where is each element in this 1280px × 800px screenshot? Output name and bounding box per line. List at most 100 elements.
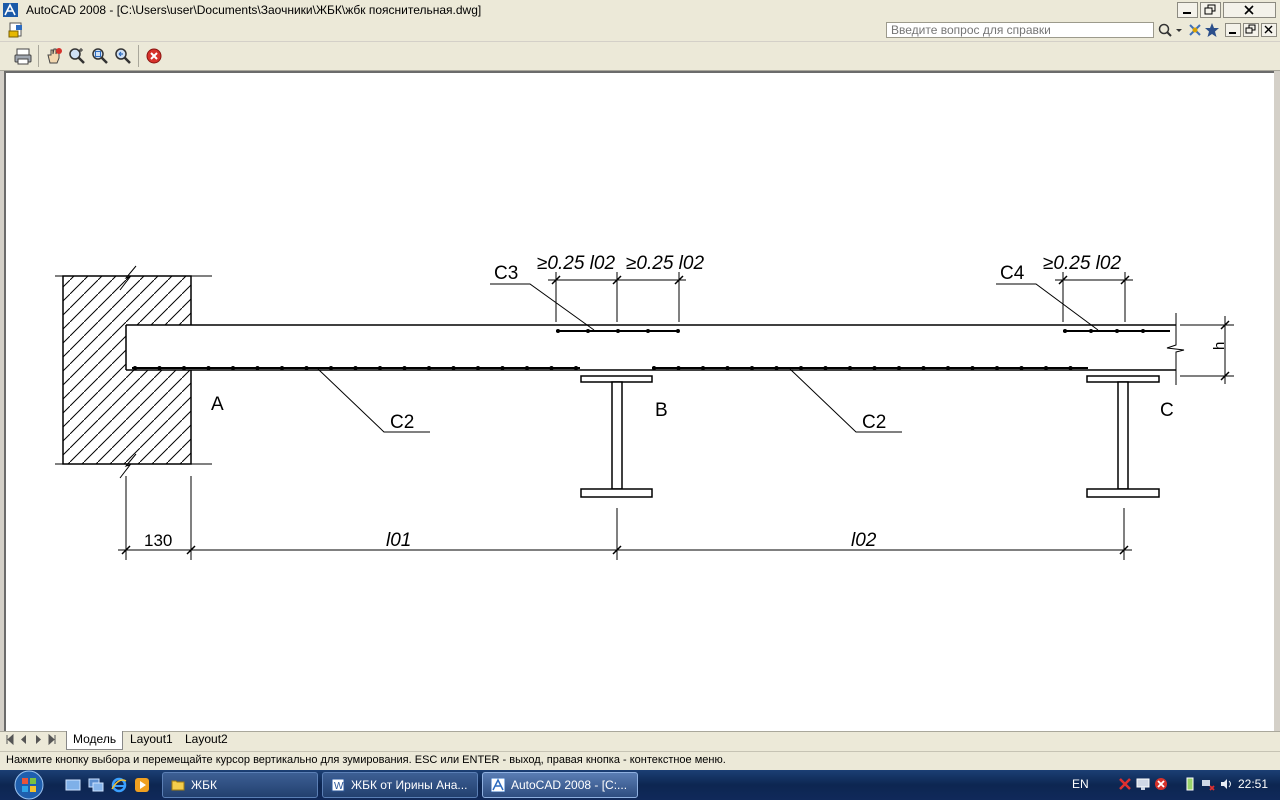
slab-outline: [125, 313, 1185, 385]
close-icon: [1264, 25, 1273, 34]
tab-prev-icon[interactable]: [18, 733, 30, 746]
language-indicator[interactable]: EN: [1072, 777, 1089, 791]
rebar-dot: [995, 366, 999, 370]
rebar-dot: [799, 366, 803, 370]
rebar-dot: [549, 366, 554, 370]
rebar-dot: [182, 366, 186, 370]
rebar-dot: [255, 366, 260, 370]
close-preview-icon[interactable]: [144, 46, 164, 66]
taskbar-item-word[interactable]: W ЖБК от Ирины Ана...: [322, 772, 478, 798]
clock[interactable]: 22:51: [1238, 777, 1268, 791]
rebar-dot: [157, 366, 162, 370]
document-icon[interactable]: [8, 22, 24, 38]
taskbar-item-folder[interactable]: ЖБК: [162, 772, 318, 798]
doc-restore-button[interactable]: [1243, 23, 1259, 37]
rebar-dot: [774, 366, 779, 370]
battery-icon[interactable]: [1183, 777, 1197, 791]
favorites-star-icon[interactable]: [1203, 22, 1221, 38]
rebar-dot: [231, 366, 235, 370]
volume-icon[interactable]: [1219, 777, 1233, 791]
rebar-dot: [378, 366, 382, 370]
close-button[interactable]: [1223, 2, 1276, 18]
rebar-dot: [304, 366, 309, 370]
zoom-realtime-icon[interactable]: [67, 46, 87, 66]
restore-icon: [1245, 24, 1256, 34]
top-dimensions: [548, 272, 1133, 322]
zoom-window-icon[interactable]: [90, 46, 110, 66]
restore-button[interactable]: [1200, 2, 1221, 18]
zoom-previous-icon[interactable]: [113, 46, 133, 66]
taskbar-item-label: ЖБК от Ирины Ана...: [351, 778, 468, 792]
rebar-dot: [427, 366, 431, 370]
bar-label-c3: C3: [494, 263, 518, 284]
tab-next-icon[interactable]: [32, 733, 44, 746]
bar-label-c2-left: C2: [390, 412, 414, 433]
rebar-dot: [574, 366, 578, 370]
close-icon: [1244, 5, 1254, 15]
doc-close-button[interactable]: [1261, 23, 1277, 37]
media-player-icon[interactable]: [134, 777, 150, 793]
help-search-input[interactable]: [886, 22, 1154, 38]
rebar-dot: [133, 366, 137, 370]
system-tray: EN 22:51: [1060, 770, 1280, 800]
dim-top-2: ≥0.25 l02: [626, 253, 704, 274]
network-icon[interactable]: [1201, 777, 1215, 791]
dim-top-1: ≥0.25 l02: [537, 253, 615, 274]
status-message: Нажмите кнопку выбора и перемещайте курс…: [6, 754, 726, 766]
command-status-bar: Нажмите кнопку выбора и перемещайте курс…: [0, 751, 1280, 771]
rebar-dot: [750, 366, 754, 370]
wall-support: [55, 265, 212, 479]
pan-icon[interactable]: [44, 46, 64, 66]
switch-windows-icon[interactable]: [88, 777, 104, 793]
tab-layout1[interactable]: Layout1: [124, 731, 179, 749]
dim-span-l01: l01: [386, 530, 411, 551]
print-icon[interactable]: [13, 46, 33, 66]
leader-c4: [996, 283, 1099, 331]
internet-explorer-icon[interactable]: [111, 777, 127, 793]
rebar-dot: [652, 366, 656, 370]
dim-wall-130: 130: [144, 531, 172, 550]
rebar-dot: [872, 366, 877, 370]
start-button-icon[interactable]: [8, 770, 50, 800]
rebar-dot: [525, 366, 529, 370]
tab-last-icon[interactable]: [46, 733, 58, 746]
monitor-icon[interactable]: [1136, 777, 1150, 791]
search-help-icon[interactable]: [1156, 22, 1174, 38]
folder-icon: [171, 780, 185, 791]
rebar-dot: [476, 366, 480, 370]
tab-layout2[interactable]: Layout2: [179, 731, 234, 749]
show-desktop-icon[interactable]: [65, 777, 81, 793]
rebar-dot: [451, 366, 456, 370]
dim-top-3: ≥0.25 l02: [1043, 253, 1121, 274]
support-label-a: A: [211, 394, 224, 415]
toolbar-separator: [138, 45, 139, 67]
dim-height-label: h: [1211, 342, 1228, 350]
dim-span-l02: l02: [851, 530, 877, 551]
taskbar-item-autocad[interactable]: AutoCAD 2008 - [C:...: [482, 772, 638, 798]
leader-c3: [490, 283, 595, 331]
rebar-dot: [402, 366, 407, 370]
rebar-dot: [500, 366, 505, 370]
tab-model[interactable]: Модель: [66, 731, 124, 750]
minimize-button[interactable]: [1177, 2, 1198, 18]
rebar-dot: [970, 366, 975, 370]
rebar-dot: [329, 366, 333, 370]
rebar-dot: [676, 366, 681, 370]
doc-minimize-button[interactable]: [1225, 23, 1241, 37]
chevron-down-icon[interactable]: [1174, 22, 1184, 38]
rebar-dot: [823, 366, 828, 370]
antivirus-icon[interactable]: [1118, 777, 1132, 791]
rebar-dot: [701, 366, 705, 370]
rebar-dot: [1044, 366, 1048, 370]
autocad-app-icon[interactable]: [3, 3, 18, 17]
toolbar-separator: [38, 45, 39, 67]
tab-first-icon[interactable]: [4, 733, 16, 746]
restore-icon: [1204, 4, 1216, 15]
network-error-icon[interactable]: [1154, 777, 1168, 791]
rebar-dot: [946, 366, 950, 370]
rebar-dot: [848, 366, 852, 370]
svg-text:W: W: [334, 781, 344, 792]
rebar-dots: [133, 329, 1145, 370]
communication-center-icon[interactable]: [1186, 22, 1204, 38]
rebar-dot: [1068, 366, 1073, 370]
